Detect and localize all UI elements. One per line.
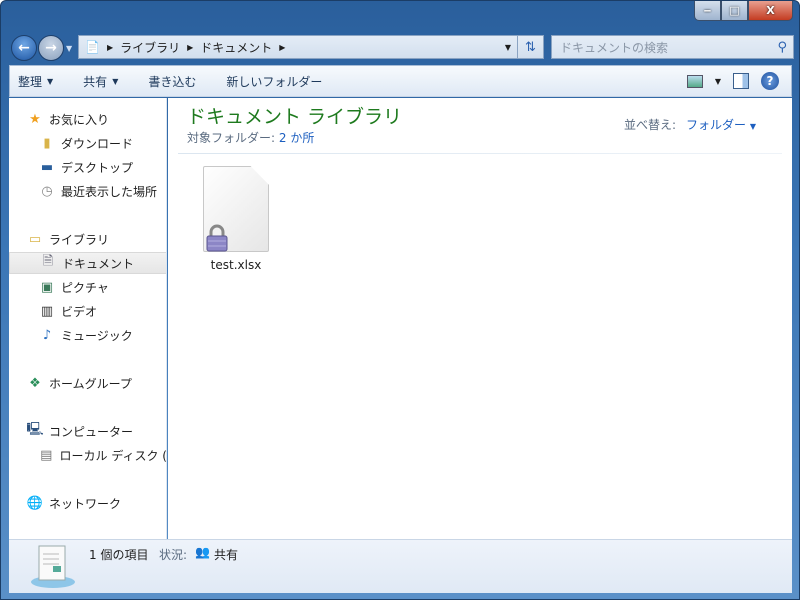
chevron-down-icon: ▼ [749, 122, 756, 131]
file-name: test.xlsx [210, 258, 262, 272]
documents-icon: 🗎 [42, 254, 54, 269]
preview-pane-icon[interactable] [733, 73, 749, 89]
sidebar-item-label: ドキュメント [62, 256, 135, 271]
state-value: 共有 [214, 548, 239, 562]
library-includes: 対象フォルダー: 2 か所 [187, 129, 314, 146]
sidebar-item-libraries[interactable]: ▭ ライブラリ [9, 228, 166, 250]
sidebar-item-label: ミュージック [61, 328, 133, 343]
address-dropdown-icon[interactable]: ▼ [505, 43, 511, 52]
downloads-folder-icon: ▮ [43, 135, 51, 151]
recent-places-icon: ◷ [41, 183, 53, 199]
sidebar-item-label: ローカル ディスク ( [59, 448, 167, 463]
library-documents-icon [31, 545, 75, 588]
forward-button[interactable]: → [38, 35, 64, 61]
music-icon: ♪ [42, 327, 52, 343]
organize-button[interactable]: 整理 ▼ [18, 73, 53, 90]
library-title: ドキュメント ライブラリ [187, 106, 403, 128]
help-icon[interactable]: ? [761, 72, 779, 90]
chevron-right-icon[interactable]: ▶ [107, 43, 113, 52]
pictures-icon: ▣ [40, 279, 54, 295]
sidebar-item-label: ライブラリ [49, 232, 110, 247]
sidebar-item-downloads[interactable]: ▮ ダウンロード [9, 132, 166, 154]
chevron-down-icon: ▼ [47, 76, 54, 86]
includes-locations-link[interactable]: 2 か所 [279, 131, 314, 145]
refresh-button[interactable]: ⇅ [518, 35, 544, 59]
videos-icon: ▥ [40, 303, 54, 319]
state-label: 状況: [159, 548, 188, 562]
sidebar-item-recent-places[interactable]: ◷ 最近表示した場所 [9, 180, 166, 202]
item-count: 1 個の項目 [89, 548, 149, 562]
desktop-icon: ▬ [40, 159, 54, 175]
chevron-right-icon[interactable]: ▶ [279, 43, 285, 52]
arrange-by-label: 並べ替え: [623, 118, 676, 132]
sidebar-item-label: お気に入り [49, 112, 110, 127]
computer-icon: 🖳 [26, 422, 44, 437]
sidebar-item-label: ネットワーク [49, 496, 122, 511]
breadcrumb-libraries[interactable]: ライブラリ [120, 39, 180, 56]
explorer-window: ‒ □ X ← → ▼ 📄 ▶ ライブラリ ▶ ドキュメント ▶ ▼ ⇅ ドキュ… [0, 0, 800, 600]
chevron-down-icon[interactable]: ▼ [715, 77, 721, 86]
sidebar-item-desktop[interactable]: ▬ デスクトップ [9, 156, 166, 178]
share-label: 共有 [83, 74, 108, 89]
sidebar-item-label: ホームグループ [49, 376, 132, 391]
sidebar-item-label: ピクチャ [61, 280, 109, 295]
lock-icon [206, 224, 228, 252]
burn-button[interactable]: 書き込む [148, 73, 196, 90]
divider [178, 153, 782, 154]
file-item[interactable]: test.xlsx [196, 166, 276, 272]
arrange-by-dropdown[interactable]: フォルダー ▼ [686, 118, 756, 132]
sidebar-item-homegroup[interactable]: ❖ ホームグループ [9, 372, 166, 394]
command-bar: 整理 ▼ 共有 ▼ 書き込む 新しいフォルダー ▼ ? [9, 65, 792, 97]
homegroup-icon: ❖ [29, 375, 41, 391]
organize-label: 整理 [18, 74, 43, 89]
sidebar-item-label: 最近表示した場所 [61, 184, 158, 199]
minimize-button[interactable]: ‒ [694, 1, 721, 21]
back-button[interactable]: ← [11, 35, 37, 61]
share-button[interactable]: 共有 ▼ [83, 73, 118, 90]
shared-users-icon: 👥 [195, 545, 210, 559]
search-icon[interactable]: ⚲ [777, 40, 787, 55]
local-disk-icon: ▤ [40, 447, 53, 463]
star-icon: ★ [29, 111, 41, 127]
sidebar-item-music[interactable]: ♪ ミュージック [9, 324, 166, 346]
sidebar-item-label: ダウンロード [61, 136, 134, 151]
change-view-icon[interactable] [686, 74, 703, 88]
recent-pages-dropdown[interactable]: ▼ [66, 44, 72, 53]
network-icon: 🌐 [26, 495, 44, 511]
details-pane: 1 個の項目 状況: 👥 共有 [9, 539, 792, 593]
sidebar-item-videos[interactable]: ▥ ビデオ [9, 300, 166, 322]
sidebar-item-pictures[interactable]: ▣ ピクチャ [9, 276, 166, 298]
libraries-folder-icon: ▭ [28, 231, 42, 247]
sidebar-item-local-disk[interactable]: ▤ ローカル ディスク ( [9, 444, 167, 466]
sidebar-item-label: ビデオ [61, 304, 98, 319]
maximize-button[interactable]: □ [721, 1, 748, 21]
navigation-pane: ★ お気に入り ▮ ダウンロード ▬ デスクトップ ◷ 最近表示した場所 ▭ ライブラリ … [9, 98, 167, 539]
address-bar[interactable]: 📄 ▶ ライブラリ ▶ ドキュメント ▶ ▼ [78, 35, 518, 59]
sidebar-item-favorites[interactable]: ★ お気に入り [9, 108, 166, 130]
search-input[interactable]: ドキュメントの検索 ⚲ [551, 35, 794, 59]
search-placeholder: ドキュメントの検索 [560, 40, 669, 55]
arrange-by: 並べ替え: フォルダー ▼ [624, 116, 756, 133]
chevron-down-icon: ▼ [112, 76, 119, 86]
includes-label: 対象フォルダー: [187, 131, 276, 145]
new-folder-button[interactable]: 新しいフォルダー [226, 73, 322, 90]
sidebar-item-computer[interactable]: 🖳 コンピューター [9, 420, 166, 442]
breadcrumb-documents[interactable]: ドキュメント [200, 39, 272, 56]
close-button[interactable]: X [748, 1, 793, 21]
chevron-right-icon[interactable]: ▶ [187, 43, 193, 52]
library-icon: 📄 [85, 40, 100, 54]
sidebar-item-label: デスクトップ [61, 160, 134, 175]
sidebar-item-network[interactable]: 🌐 ネットワーク [9, 492, 166, 514]
file-list-area: ドキュメント ライブラリ 対象フォルダー: 2 か所 並べ替え: フォルダー ▼ … [168, 98, 792, 539]
sidebar-item-label: コンピューター [49, 424, 134, 439]
sidebar-item-documents[interactable]: 🗎 ドキュメント [9, 252, 166, 274]
